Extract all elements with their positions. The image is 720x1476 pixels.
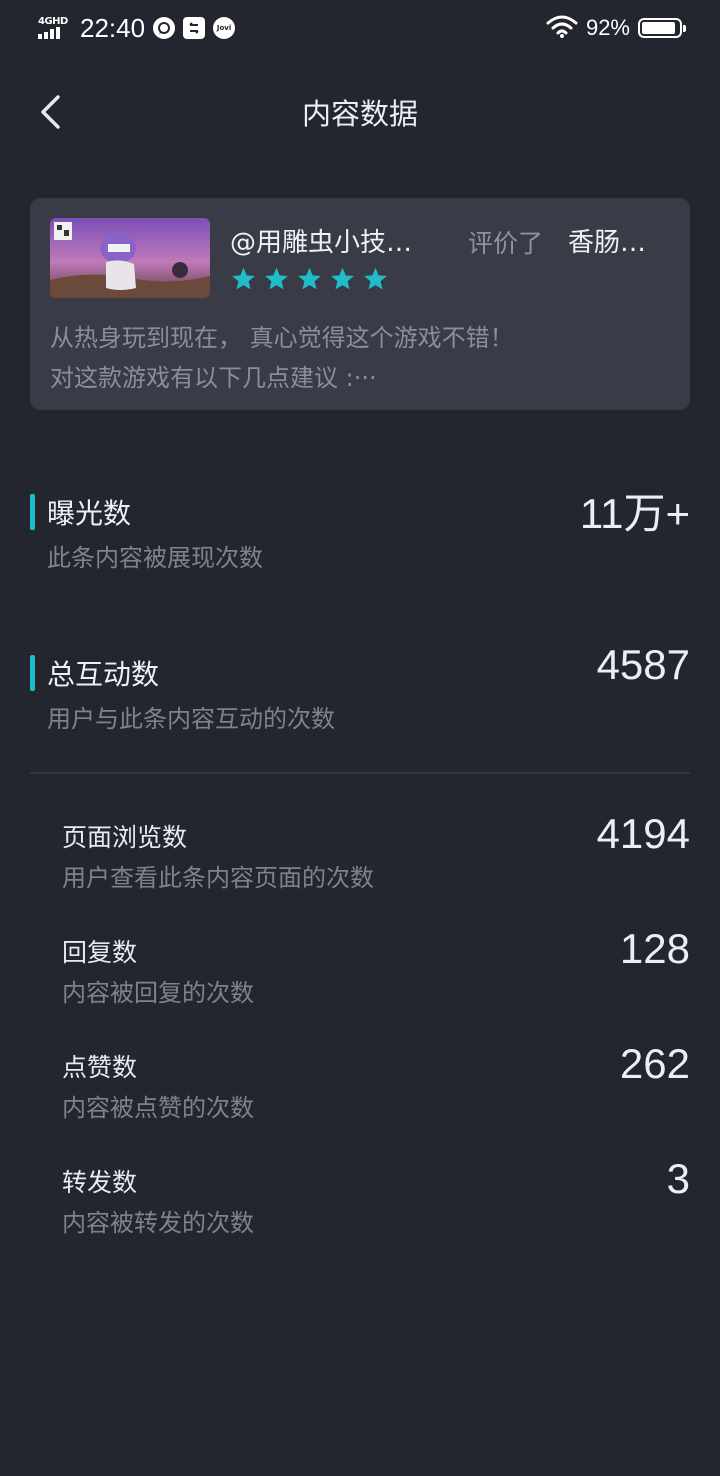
metric-description: 此条内容被展现次数 (47, 544, 263, 572)
accent-bar (30, 494, 35, 530)
status-right: 92% (546, 14, 686, 42)
breakdown-label: 回复数 (62, 938, 138, 967)
breakdown-label: 页面浏览数 (62, 823, 188, 852)
header: 内容数据 (0, 80, 720, 144)
breakdown-value: 3 (666, 1155, 690, 1202)
sync-icon (183, 17, 206, 39)
review-action-label: 评价了 (468, 229, 544, 258)
status-left: 4GHD 22:40 Jovi (38, 12, 236, 44)
review-card[interactable]: @用雕虫小技… 评价了 香肠… 从热身玩到现在， 真心觉得这个游戏不错！ 对这款… (30, 198, 690, 410)
breakdown-value: 262 (619, 1040, 690, 1087)
battery-icon (638, 18, 686, 38)
accent-bar (30, 655, 35, 691)
signal-icon: 4GHD (38, 17, 70, 39)
metric-value: 4587 (596, 641, 690, 688)
breakdown-description: 内容被点赞的次数 (62, 1094, 254, 1122)
breakdown-description: 用户查看此条内容页面的次数 (62, 864, 374, 892)
metric-label: 曝光数 (47, 497, 132, 530)
breakdown-label: 点赞数 (62, 1053, 138, 1082)
metric-label: 总互动数 (47, 658, 160, 691)
review-game-name[interactable]: 香肠… (568, 222, 646, 259)
status-bar: 4GHD 22:40 Jovi 92% (0, 0, 720, 56)
clock: 22:40 (80, 12, 146, 43)
wifi-icon (546, 14, 578, 42)
battery-percent: 92% (585, 15, 630, 40)
breakdown-description: 内容被回复的次数 (62, 979, 254, 1007)
star-icon (298, 267, 321, 290)
breakdown-label: 转发数 (62, 1168, 138, 1197)
breakdown-value: 128 (619, 925, 690, 972)
back-arrow-icon (41, 95, 60, 129)
game-thumbnail (50, 218, 210, 298)
star-rating (230, 266, 389, 292)
network-type: 4GHD (38, 16, 68, 27)
metric-value: 11万+ (579, 490, 690, 537)
page-title: 内容数据 (301, 97, 418, 131)
jovi-icon: Jovi (213, 17, 236, 39)
back-button[interactable] (26, 88, 74, 136)
review-excerpt: 从热身玩到现在， 真心觉得这个游戏不错！ 对这款游戏有以下几点建议 :··· (50, 318, 670, 398)
messenger-icon (153, 17, 176, 39)
review-text-line: 对这款游戏有以下几点建议 :··· (50, 364, 377, 392)
star-icon (265, 267, 288, 290)
breakdown-description: 内容被转发的次数 (62, 1209, 254, 1237)
breakdown-value: 4194 (596, 810, 690, 857)
star-icon (331, 267, 354, 290)
star-icon (232, 267, 255, 290)
review-author[interactable]: @用雕虫小技… (230, 222, 412, 259)
metric-description: 用户与此条内容互动的次数 (47, 705, 335, 733)
battery-fill (642, 22, 676, 34)
star-icon (364, 267, 387, 290)
review-text-line: 从热身玩到现在， 真心觉得这个游戏不错！ (50, 324, 514, 352)
divider (30, 772, 690, 774)
